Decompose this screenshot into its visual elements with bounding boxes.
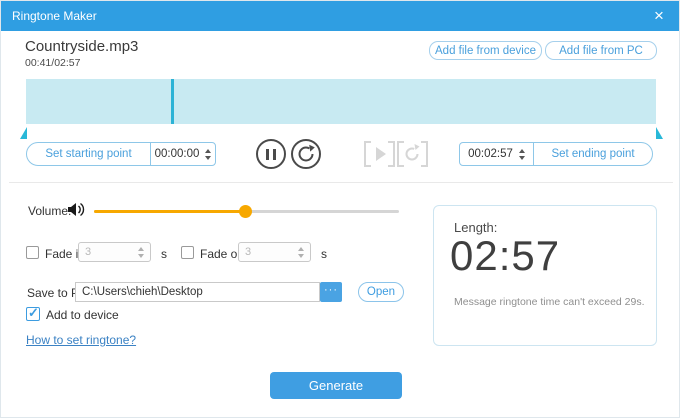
generate-button[interactable]: Generate <box>270 372 402 399</box>
browse-button[interactable]: ··· <box>320 282 342 302</box>
pause-button[interactable] <box>256 139 286 169</box>
ringtone-maker-window: Ringtone Maker × Countryside.mp3 00:41/0… <box>0 0 680 418</box>
spin-up-icon[interactable] <box>518 148 525 153</box>
spin-down-icon[interactable] <box>518 155 525 160</box>
end-time-spinner <box>518 148 525 160</box>
end-time-field[interactable]: 00:02:57 <box>460 143 534 165</box>
replay-icon <box>298 144 315 162</box>
pause-icon <box>266 148 269 160</box>
spin-down-icon[interactable] <box>138 253 144 258</box>
disabled-play-replay-icon <box>364 141 428 167</box>
add-to-device-label: Add to device <box>46 308 119 322</box>
fade-in-unit: s <box>161 247 167 261</box>
disabled-preview-controls <box>363 141 429 167</box>
spin-down-icon[interactable] <box>298 253 304 258</box>
start-time-field[interactable]: 00:00:00 <box>150 143 215 165</box>
fade-out-unit: s <box>321 247 327 261</box>
speaker-icon <box>68 201 88 223</box>
fade-in-seconds-field[interactable]: 3 <box>78 242 151 262</box>
fade-out-seconds-field[interactable]: 3 <box>238 242 311 262</box>
end-time-value: 00:02:57 <box>468 148 513 160</box>
start-time-spinner <box>205 148 212 160</box>
spin-up-icon[interactable] <box>138 246 144 251</box>
file-name: Countryside.mp3 <box>25 38 139 55</box>
start-time-value: 00:00:00 <box>154 148 200 160</box>
file-duration: 00:41/02:57 <box>25 57 81 69</box>
pause-icon <box>273 148 276 160</box>
add-file-from-pc-button[interactable]: Add file from PC <box>545 41 657 60</box>
how-to-set-ringtone-link[interactable]: How to set ringtone? <box>26 333 136 347</box>
fade-out-value: 3 <box>245 246 252 258</box>
close-icon[interactable]: × <box>645 1 673 31</box>
waveform-area[interactable] <box>26 79 656 124</box>
add-to-device-checkbox[interactable]: ✓ <box>26 305 40 321</box>
volume-label: Volume: <box>28 204 72 218</box>
add-file-from-device-button[interactable]: Add file from device <box>429 41 542 60</box>
length-note: Message ringtone time can't exceed 29s. <box>454 296 645 308</box>
fade-in-value: 3 <box>85 246 92 258</box>
volume-fill <box>94 210 245 213</box>
save-path-input[interactable]: C:\Users\chieh\Desktop <box>75 282 320 302</box>
volume-slider[interactable] <box>94 204 399 218</box>
fade-in-checkbox[interactable] <box>26 246 39 259</box>
spin-up-icon[interactable] <box>205 148 212 153</box>
length-value: 02:57 <box>450 232 561 279</box>
fade-in-spinner <box>138 246 144 258</box>
end-point-control: 00:02:57 Set ending point <box>459 142 653 166</box>
playhead-line[interactable] <box>171 79 174 124</box>
set-starting-point-button[interactable]: Set starting point <box>27 143 150 165</box>
end-marker-handle[interactable] <box>656 127 663 139</box>
start-point-control: Set starting point 00:00:00 <box>26 142 216 166</box>
title-bar: Ringtone Maker × <box>1 1 679 31</box>
set-ending-point-button[interactable]: Set ending point <box>534 143 652 165</box>
fade-out-spinner <box>298 246 304 258</box>
section-divider <box>9 182 673 183</box>
checkmark-icon: ✓ <box>28 305 39 320</box>
replay-button[interactable] <box>291 139 321 169</box>
start-marker-handle[interactable] <box>20 127 27 139</box>
open-button[interactable]: Open <box>358 282 404 302</box>
fade-out-checkbox[interactable] <box>181 246 194 259</box>
window-title: Ringtone Maker <box>12 9 97 23</box>
spin-down-icon[interactable] <box>205 155 212 160</box>
length-panel: Length: 02:57 Message ringtone time can'… <box>433 205 657 346</box>
volume-thumb[interactable] <box>239 205 252 218</box>
spin-up-icon[interactable] <box>298 246 304 251</box>
